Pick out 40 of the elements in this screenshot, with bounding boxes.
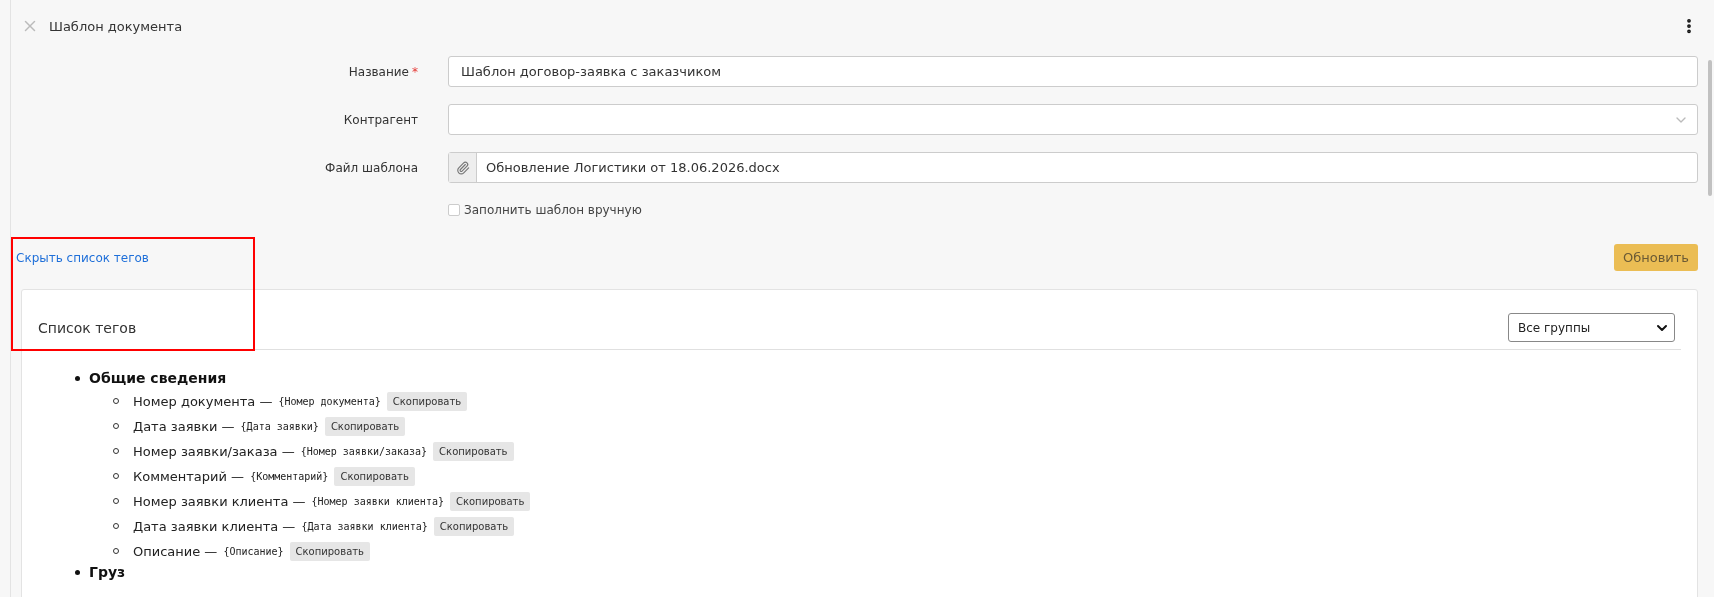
file-field[interactable]: Обновление Логистики от 18.06.2026.docx: [448, 152, 1698, 183]
tag-label: Номер документа —: [133, 393, 273, 409]
copy-button[interactable]: Скопировать: [433, 441, 514, 461]
tag-code: {Номер заявки клиента}: [311, 495, 444, 507]
tag-code: {Номер документа}: [278, 395, 381, 407]
group-heading: Груз: [89, 564, 126, 580]
copy-button[interactable]: Скопировать: [324, 416, 406, 436]
tag-code: {Дата заявки}: [240, 420, 319, 432]
scrollbar[interactable]: [1708, 60, 1712, 196]
group-heading: Общие сведения: [89, 370, 227, 386]
manual-fill-checkbox[interactable]: Заполнить шаблон вручную: [448, 203, 1698, 217]
tag-code: {Описание}: [223, 545, 284, 557]
copy-button[interactable]: Скопировать: [433, 516, 515, 536]
tag-label: Описание —: [133, 543, 218, 559]
hide-tags-link[interactable]: Скрыть список тегов: [16, 251, 149, 265]
copy-button[interactable]: Скопировать: [449, 491, 531, 511]
tag-label: Номер заявки клиента —: [133, 493, 306, 509]
counterparty-select[interactable]: [448, 104, 1698, 135]
update-button[interactable]: Обновить: [1613, 244, 1698, 271]
tag-code: {Дата заявки клиента}: [301, 520, 428, 532]
window-title: Шаблон документа: [49, 18, 184, 34]
tag-label: Комментарий —: [133, 468, 245, 484]
paperclip-icon: [455, 160, 470, 175]
bullet-icon: [75, 569, 80, 575]
bullet-icon: [75, 375, 80, 381]
card-title: Список тегов: [38, 319, 137, 336]
tag-label: Номер заявки/заказа —: [133, 443, 295, 459]
tag-label: Дата заявки —: [133, 418, 235, 434]
copy-button[interactable]: Скопировать: [289, 541, 370, 561]
name-field[interactable]: Шаблон договор-заявка с заказчиком: [448, 56, 1698, 87]
tag-code: {Номер заявки/заказа}: [300, 445, 428, 457]
tag-label: Дата заявки клиента —: [133, 518, 296, 534]
copy-button[interactable]: Скопировать: [334, 466, 415, 486]
group-select[interactable]: Все группы: [1508, 313, 1675, 342]
field-label: Файл шаблона: [324, 160, 419, 175]
field-label: Контрагент: [342, 112, 419, 127]
copy-button[interactable]: Скопировать: [386, 391, 468, 411]
required-mark: *: [412, 64, 418, 79]
tag-code: {Комментарий}: [250, 470, 329, 482]
field-label: Название *: [347, 64, 419, 79]
